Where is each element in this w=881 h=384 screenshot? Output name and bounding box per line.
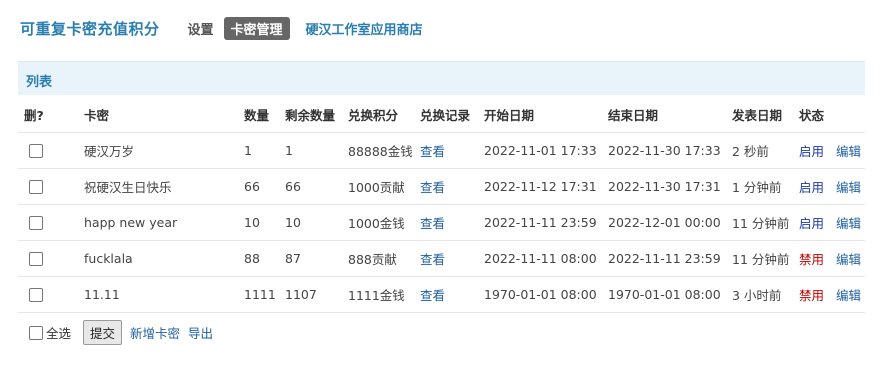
- table-row: 11.11 1111 1107 1111金钱 查看 1970-01-01 08:…: [18, 276, 865, 313]
- table-row: happ new year 10 10 1000金钱 查看 2022-11-11…: [18, 204, 865, 241]
- cell-remain: 87: [285, 240, 348, 277]
- row-checkbox[interactable]: [29, 144, 43, 159]
- row-checkbox[interactable]: [29, 180, 43, 195]
- app-title: 可重复卡密充值积分: [20, 19, 160, 38]
- nav-card-management[interactable]: 卡密管理: [223, 16, 290, 40]
- col-edit: [836, 96, 865, 133]
- cell-remain: 10: [285, 204, 348, 241]
- cell-points: 888贡献: [348, 240, 420, 277]
- cell-code: 11.11: [84, 276, 244, 313]
- col-qty: 数量: [244, 96, 285, 133]
- view-record-link[interactable]: 查看: [420, 216, 445, 231]
- view-record-link[interactable]: 查看: [420, 144, 445, 159]
- cell-code: 祝硬汉生日快乐: [84, 168, 244, 205]
- edit-link[interactable]: 编辑: [836, 288, 861, 303]
- card-table: 删? 卡密 数量 剩余数量 兑换积分 兑换记录 开始日期 结束日期 发表日期 状…: [18, 96, 865, 313]
- cell-qty: 1111: [244, 276, 285, 313]
- view-record-link[interactable]: 查看: [420, 288, 445, 303]
- col-end: 结束日期: [608, 96, 732, 133]
- cell-start: 2022-11-11 08:00: [484, 240, 608, 277]
- cell-posted: 1 分钟前: [732, 168, 799, 205]
- edit-link[interactable]: 编辑: [836, 252, 861, 267]
- cell-qty: 88: [244, 240, 285, 277]
- edit-link[interactable]: 编辑: [836, 216, 861, 231]
- cell-posted: 11 分钟前: [732, 240, 799, 277]
- cell-posted: 2 秒前: [732, 132, 799, 169]
- nav-app-store[interactable]: 硬汉工作室应用商店: [306, 19, 423, 38]
- cell-posted: 11 分钟前: [732, 204, 799, 241]
- row-checkbox[interactable]: [29, 252, 43, 267]
- cell-remain: 1107: [285, 276, 348, 313]
- cell-remain: 66: [285, 168, 348, 205]
- panel-title: 列表: [26, 75, 53, 90]
- cell-end: 2022-11-30 17:33: [608, 132, 732, 169]
- table-row: 祝硬汉生日快乐 66 66 1000贡献 查看 2022-11-12 17:31…: [18, 168, 865, 205]
- table-footer: 全选 提交 新增卡密 导出: [29, 320, 213, 345]
- table-row: 硬汉万岁 1 1 88888金钱 查看 2022-11-01 17:33 202…: [18, 132, 865, 169]
- cell-qty: 1: [244, 132, 285, 169]
- top-bar: 可重复卡密充值积分 设置 卡密管理 硬汉工作室应用商店: [20, 14, 881, 42]
- col-remain: 剩余数量: [285, 96, 348, 133]
- row-checkbox[interactable]: [29, 288, 43, 303]
- cell-points: 88888金钱: [348, 132, 420, 169]
- cell-points: 1000贡献: [348, 168, 420, 205]
- cell-qty: 10: [244, 204, 285, 241]
- col-posted: 发表日期: [732, 96, 799, 133]
- col-code: 卡密: [84, 96, 244, 133]
- edit-link[interactable]: 编辑: [836, 144, 861, 159]
- cell-start: 2022-11-11 23:59: [484, 204, 608, 241]
- table-row: fucklala 88 87 888贡献 查看 2022-11-11 08:00…: [18, 240, 865, 277]
- status-toggle[interactable]: 启用: [799, 216, 824, 231]
- status-toggle[interactable]: 禁用: [799, 252, 824, 267]
- cell-code: happ new year: [84, 204, 244, 241]
- cell-code: 硬汉万岁: [84, 132, 244, 169]
- col-start: 开始日期: [484, 96, 608, 133]
- status-toggle[interactable]: 禁用: [799, 288, 824, 303]
- cell-points: 1111金钱: [348, 276, 420, 313]
- nav-settings[interactable]: 设置: [188, 19, 214, 38]
- view-record-link[interactable]: 查看: [420, 252, 445, 267]
- cell-end: 2022-11-11 23:59: [608, 240, 732, 277]
- cell-qty: 66: [244, 168, 285, 205]
- cell-start: 2022-11-01 17:33: [484, 132, 608, 169]
- cell-start: 1970-01-01 08:00: [484, 276, 608, 313]
- cell-code: fucklala: [84, 240, 244, 277]
- col-delete: 删?: [18, 96, 84, 133]
- edit-link[interactable]: 编辑: [836, 180, 861, 195]
- cell-points: 1000金钱: [348, 204, 420, 241]
- select-all-checkbox[interactable]: [29, 325, 43, 340]
- cell-end: 2022-12-01 00:00: [608, 204, 732, 241]
- add-card-link[interactable]: 新增卡密: [130, 323, 180, 342]
- export-link[interactable]: 导出: [188, 323, 213, 342]
- col-points: 兑换积分: [348, 96, 420, 133]
- cell-end: 2022-11-30 17:31: [608, 168, 732, 205]
- col-record: 兑换记录: [420, 96, 484, 133]
- status-toggle[interactable]: 启用: [799, 144, 824, 159]
- row-checkbox[interactable]: [29, 216, 43, 231]
- cell-remain: 1: [285, 132, 348, 169]
- select-all-label[interactable]: 全选: [46, 323, 71, 342]
- cell-start: 2022-11-12 17:31: [484, 168, 608, 205]
- submit-button[interactable]: 提交: [83, 320, 123, 345]
- cell-posted: 3 小时前: [732, 276, 799, 313]
- col-status: 状态: [799, 96, 836, 133]
- panel-header: 列表: [18, 61, 865, 95]
- table-header-row: 删? 卡密 数量 剩余数量 兑换积分 兑换记录 开始日期 结束日期 发表日期 状…: [18, 96, 865, 133]
- status-toggle[interactable]: 启用: [799, 180, 824, 195]
- cell-end: 1970-01-01 08:00: [608, 276, 732, 313]
- view-record-link[interactable]: 查看: [420, 180, 445, 195]
